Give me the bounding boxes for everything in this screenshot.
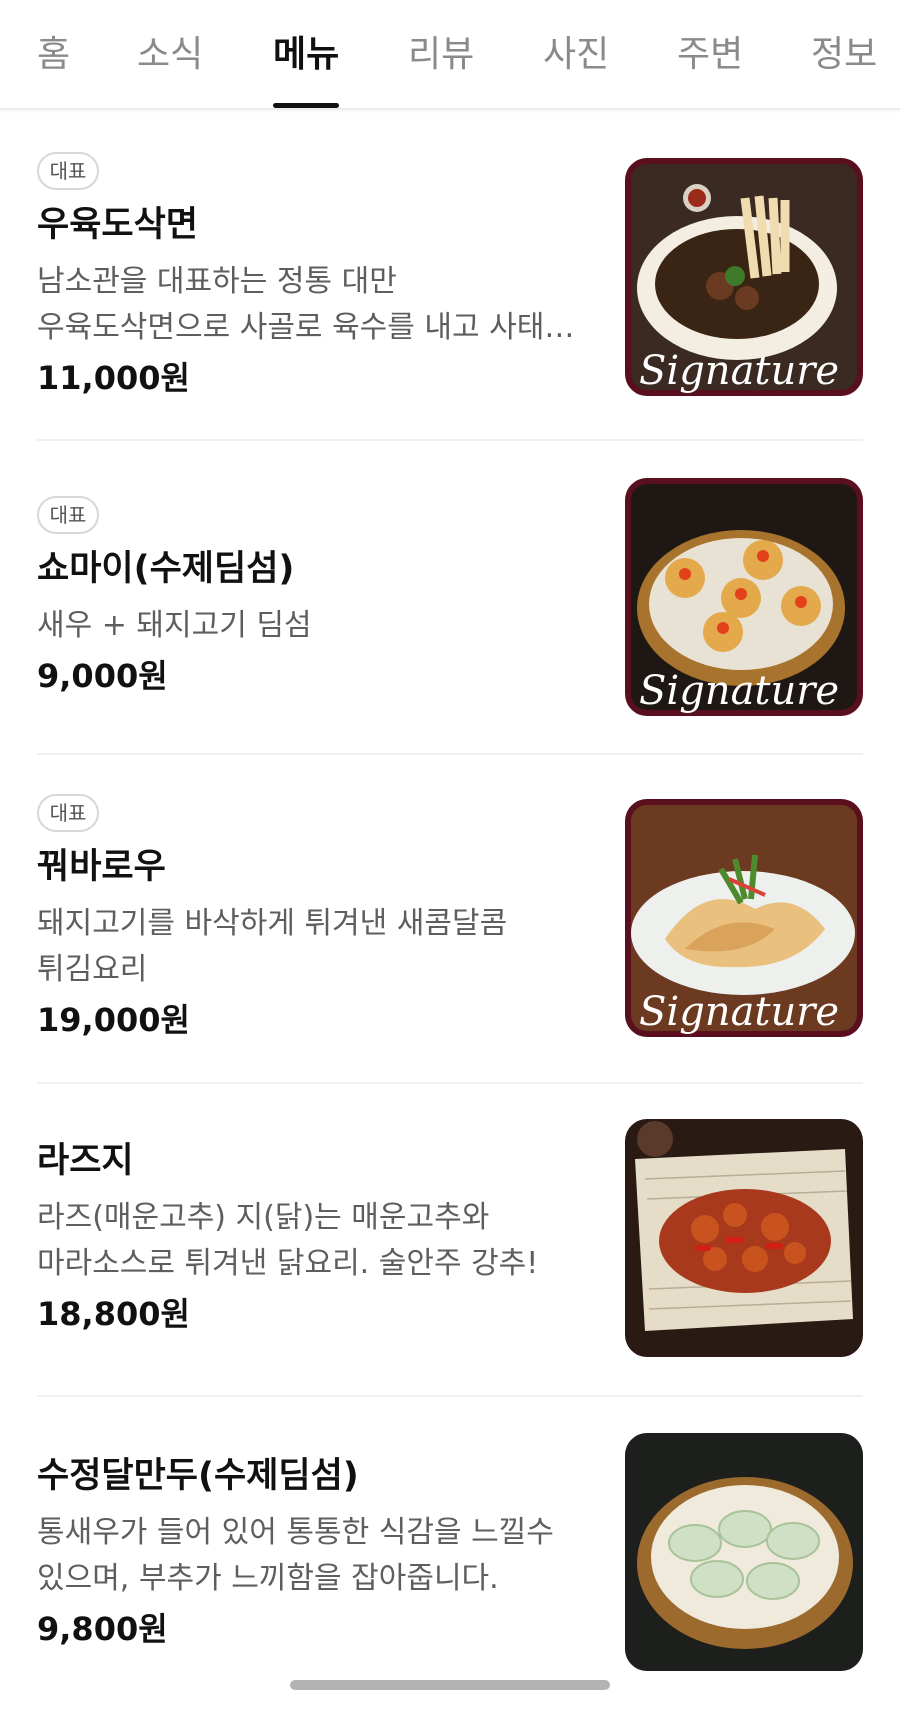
home-indicator[interactable] <box>290 1680 610 1690</box>
menu-item-image[interactable] <box>625 1119 863 1357</box>
menu-item-description: 남소관을 대표하는 정통 대만 우육도삭면으로 사골로 육수를 내고 사태를 직… <box>37 264 572 345</box>
signature-badge: 대표 <box>37 152 99 190</box>
menu-item-image[interactable]: Signature <box>625 158 863 396</box>
shumai-dimsum-image: Signature <box>625 478 863 716</box>
menu-item-name: 꿔바로우 <box>37 847 166 887</box>
divider <box>37 439 863 441</box>
menu-item-name: 우육도삭면 <box>37 205 199 245</box>
signature-overlay-text: Signature <box>639 989 839 1035</box>
divider <box>37 753 863 755</box>
tab-bar: 홈 소식 메뉴 리뷰 사진 주변 정보 <box>0 0 900 110</box>
menu-item-name: 라즈지 <box>37 1141 134 1181</box>
menu-item-price: 9,000원 <box>37 657 168 695</box>
menu-item-description: 통새우가 들어 있어 통통한 식감을 느낄수 있으며, 부추가 느끼함을 잡아줍… <box>37 1515 554 1596</box>
crystal-dumplings-image <box>625 1433 863 1671</box>
signature-overlay-text: Signature <box>639 348 839 394</box>
tab-info[interactable]: 정보 <box>811 30 877 80</box>
menu-item-image[interactable]: Signature <box>625 478 863 716</box>
divider <box>37 1395 863 1397</box>
guobaorou-image: Signature <box>625 799 863 1037</box>
tab-menu[interactable]: 메뉴 <box>273 30 339 80</box>
tab-photos[interactable]: 사진 <box>543 30 609 80</box>
menu-item-description: 새우 + 돼지고기 딤섬 <box>37 608 312 643</box>
menu-item-name: 수정달만두(수제딤섬) <box>37 1456 359 1496</box>
beef-noodle-soup-image: Signature <box>625 158 863 396</box>
tab-reviews[interactable]: 리뷰 <box>408 30 474 80</box>
signature-badge: 대표 <box>37 496 99 534</box>
menu-item-description: 돼지고기를 바삭하게 튀겨낸 새콤달콤 튀김요리 <box>37 906 508 987</box>
signature-overlay-text: Signature <box>639 668 839 714</box>
menu-item-price: 19,000원 <box>37 1001 190 1039</box>
menu-page: 홈 소식 메뉴 리뷰 사진 주변 정보 대표 우육도삭면 남소관을 대표하는 정… <box>0 0 900 1710</box>
laziji-chicken-image <box>625 1119 863 1357</box>
tab-home[interactable]: 홈 <box>37 30 70 80</box>
menu-item-price: 18,800원 <box>37 1295 190 1333</box>
menu-item-name: 쇼마이(수제딤섬) <box>37 549 295 589</box>
tab-nearby[interactable]: 주변 <box>677 30 743 80</box>
active-tab-indicator <box>273 103 339 108</box>
menu-item-price: 11,000원 <box>37 359 190 397</box>
menu-item-description: 라즈(매운고추) 지(닭)는 매운고추와 마라소스로 튀겨낸 닭요리. 술안주 … <box>37 1200 539 1281</box>
menu-item-price: 9,800원 <box>37 1610 168 1648</box>
menu-item-image[interactable] <box>625 1433 863 1671</box>
signature-badge: 대표 <box>37 794 99 832</box>
menu-item-image[interactable]: Signature <box>625 799 863 1037</box>
divider <box>37 1082 863 1084</box>
tab-news[interactable]: 소식 <box>137 30 203 80</box>
